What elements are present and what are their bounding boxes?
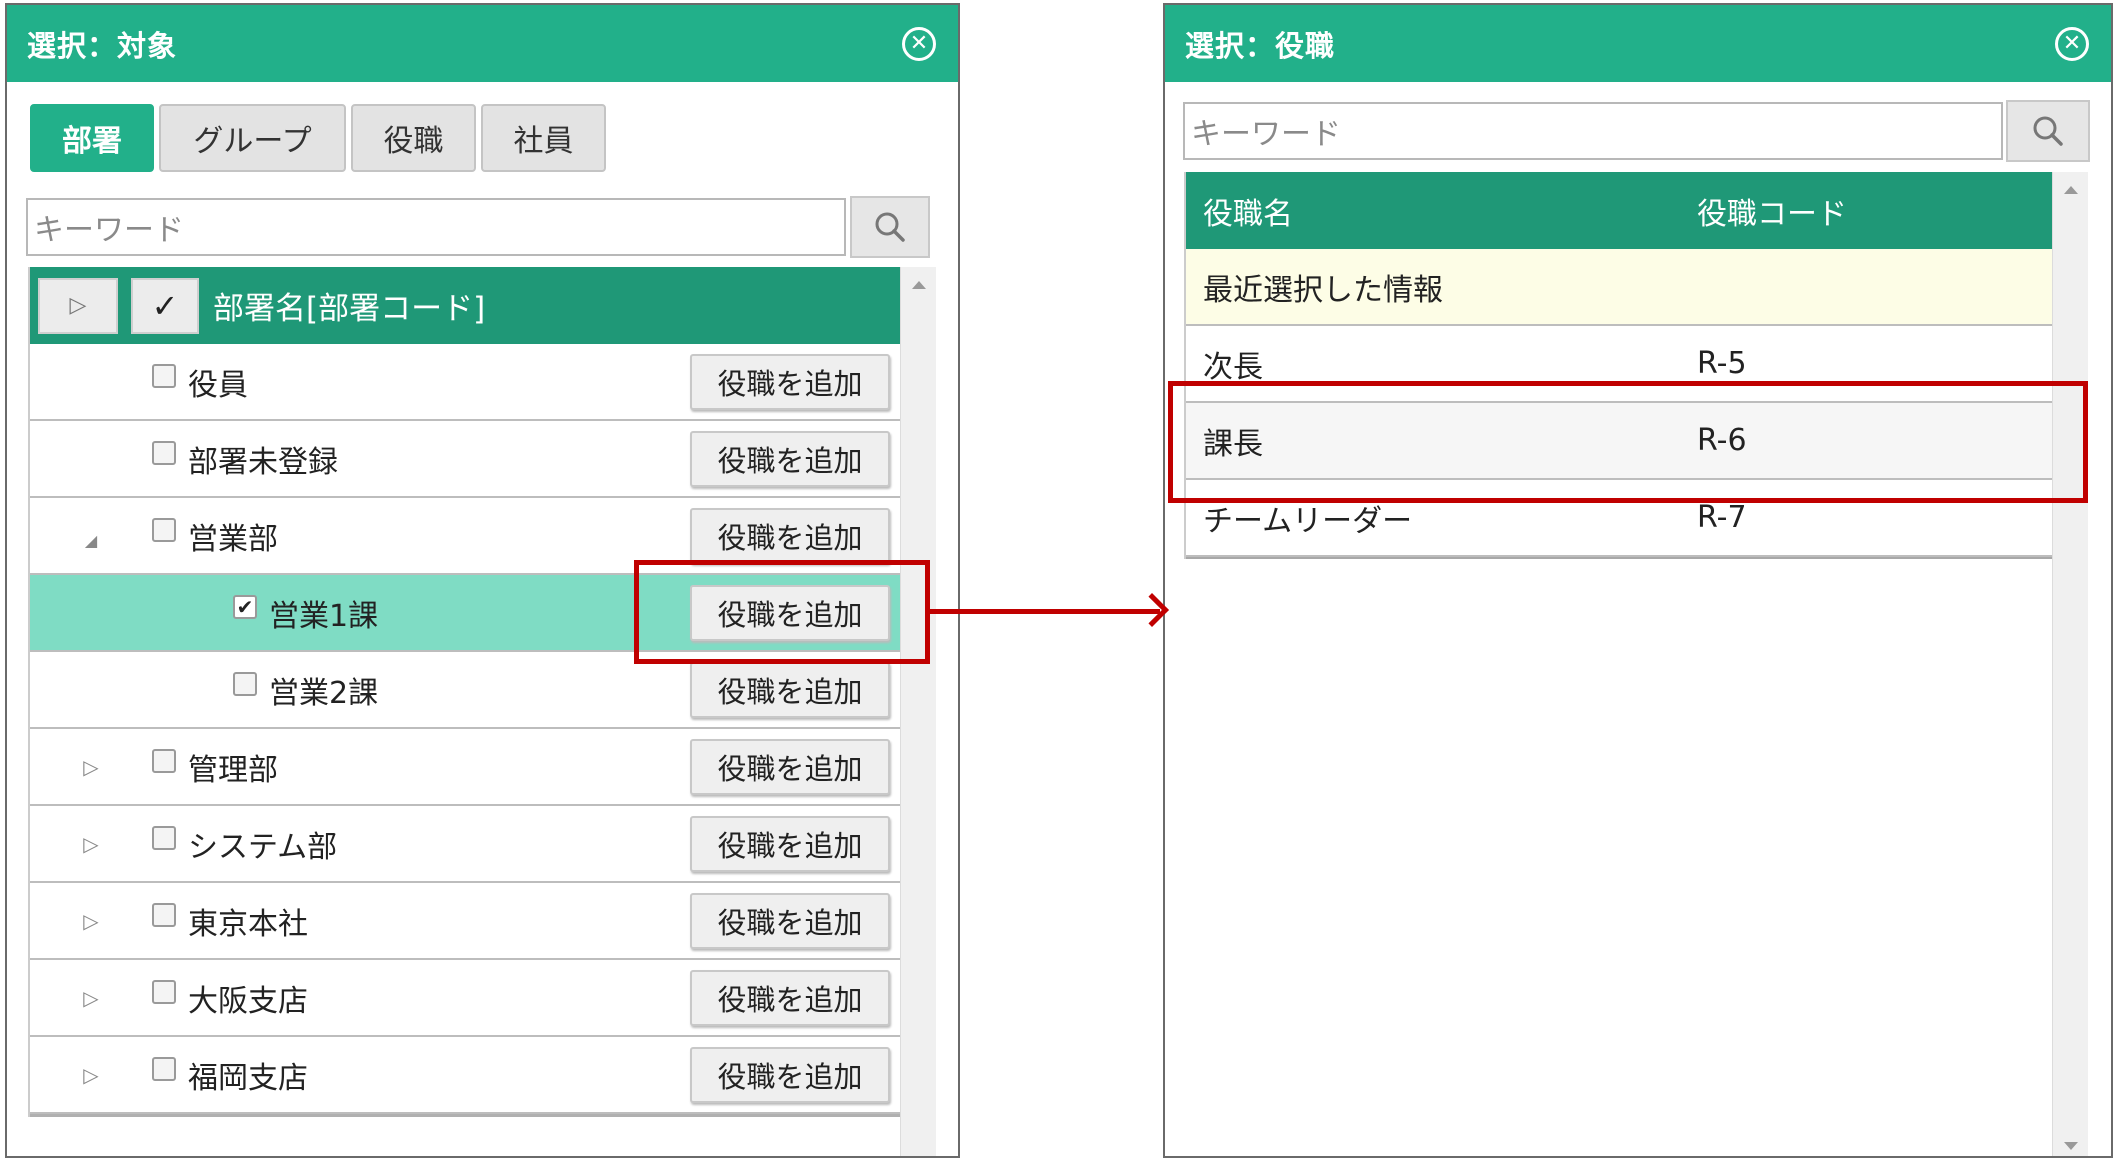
- add-position-button[interactable]: 役職を追加: [690, 739, 890, 795]
- search-button[interactable]: [850, 196, 930, 258]
- tree-row[interactable]: ▷ 福岡支店 役職を追加: [30, 1037, 900, 1114]
- row-checkbox-checked[interactable]: ✔: [233, 595, 257, 619]
- search-input[interactable]: キーワード: [1183, 102, 2003, 160]
- row-label: 大阪支店: [188, 983, 308, 1019]
- tree-header: ▷ ✓ 部署名[部署コード]: [30, 267, 900, 344]
- row-checkbox[interactable]: [152, 364, 176, 388]
- table-scrollbar[interactable]: [2052, 172, 2088, 1156]
- tree-row[interactable]: ▷ システム部 役職を追加: [30, 806, 900, 883]
- table-bottom-border: [1186, 557, 2052, 559]
- highlight-box-selected-position: [1168, 381, 2088, 503]
- expand-all-button[interactable]: ▷: [38, 277, 118, 334]
- recent-label: 最近選択した情報: [1203, 272, 1443, 308]
- add-position-button[interactable]: 役職を追加: [690, 893, 890, 949]
- row-label: 福岡支店: [188, 1060, 308, 1096]
- row-checkbox[interactable]: [233, 672, 257, 696]
- row-label: 部署未登録: [188, 444, 338, 480]
- collapsed-triangle-icon[interactable]: ▷: [76, 1037, 106, 1112]
- add-position-button[interactable]: 役職を追加: [690, 431, 890, 487]
- add-position-button[interactable]: 役職を追加: [690, 354, 890, 410]
- tab-position[interactable]: 役職: [351, 104, 476, 172]
- tree-row[interactable]: 部署未登録 役職を追加: [30, 421, 900, 498]
- scroll-down-icon[interactable]: [2063, 1142, 2078, 1150]
- dialog-titlebar: 選択：役職: [1165, 5, 2111, 82]
- department-tree: ▷ ✓ 部署名[部署コード] 役員 役職を追加 部署未登録 役職を追加 ◢ 営業…: [28, 267, 900, 1117]
- tree-row[interactable]: ▷ 東京本社 役職を追加: [30, 883, 900, 960]
- row-label: 営業2課: [269, 675, 379, 711]
- row-checkbox[interactable]: [152, 1057, 176, 1081]
- triangle-right-icon: ▷: [69, 293, 87, 318]
- dialog-title: 選択：役職: [1185, 28, 1336, 63]
- row-checkbox[interactable]: [152, 749, 176, 773]
- row-label: 営業部: [188, 521, 278, 557]
- tree-scrollbar[interactable]: [900, 267, 936, 1156]
- tree-row[interactable]: ▷ 大阪支店 役職を追加: [30, 960, 900, 1037]
- row-label: 営業1課: [269, 598, 379, 634]
- search-icon: [2033, 116, 2063, 146]
- row-label: 東京本社: [188, 906, 308, 942]
- tab-department[interactable]: 部署: [30, 104, 154, 172]
- table-header: 役職名 役職コード: [1186, 172, 2052, 249]
- position-code: R-5: [1697, 346, 1747, 381]
- recent-section-label: 最近選択した情報: [1186, 249, 2052, 326]
- row-label: システム部: [188, 829, 338, 865]
- tab-bar: 部署 グループ 役職 社員: [30, 104, 606, 172]
- row-label: 役員: [188, 367, 248, 403]
- collapsed-triangle-icon[interactable]: ▷: [76, 883, 106, 958]
- collapsed-triangle-icon[interactable]: ▷: [76, 960, 106, 1035]
- add-position-button[interactable]: 役職を追加: [690, 970, 890, 1026]
- tree-header-label: 部署名[部署コード]: [213, 291, 486, 327]
- add-position-button[interactable]: 役職を追加: [690, 816, 890, 872]
- select-position-dialog: 選択：役職 ✕ キーワード 役職名 役職コード 最近選択した情報 次長 R-5 …: [1163, 3, 2113, 1158]
- tree-row[interactable]: 役員 役職を追加: [30, 344, 900, 421]
- row-checkbox[interactable]: [152, 826, 176, 850]
- dialog-titlebar: 選択：対象: [7, 5, 958, 82]
- expanded-triangle-icon[interactable]: ◢: [76, 498, 106, 573]
- close-icon[interactable]: ✕: [902, 27, 936, 61]
- search-icon: [875, 212, 905, 242]
- scroll-up-icon[interactable]: [2063, 186, 2078, 194]
- close-icon[interactable]: ✕: [2055, 27, 2089, 61]
- tree-bottom-border: [30, 1114, 900, 1117]
- add-position-button[interactable]: 役職を追加: [690, 1047, 890, 1103]
- row-label: 管理部: [188, 752, 278, 788]
- dialog-title: 選択：対象: [27, 28, 178, 63]
- scroll-up-icon[interactable]: [911, 281, 926, 289]
- add-position-button[interactable]: 役職を追加: [690, 662, 890, 718]
- position-name: 次長: [1203, 349, 1263, 385]
- row-checkbox[interactable]: [152, 903, 176, 927]
- tab-employee[interactable]: 社員: [481, 104, 606, 172]
- highlight-box-add-button: [634, 560, 930, 664]
- column-header-name[interactable]: 役職名: [1203, 189, 1293, 233]
- position-code: R-7: [1697, 500, 1747, 535]
- tree-row[interactable]: ▷ 管理部 役職を追加: [30, 729, 900, 806]
- search-button[interactable]: [2006, 100, 2090, 162]
- tab-group[interactable]: グループ: [159, 104, 346, 172]
- row-checkbox[interactable]: [152, 441, 176, 465]
- collapsed-triangle-icon[interactable]: ▷: [76, 729, 106, 804]
- row-checkbox[interactable]: [152, 518, 176, 542]
- row-checkbox[interactable]: [152, 980, 176, 1004]
- annotation-arrow: [928, 609, 1160, 614]
- add-position-button[interactable]: 役職を追加: [690, 508, 890, 564]
- collapsed-triangle-icon[interactable]: ▷: [76, 806, 106, 881]
- search-input[interactable]: キーワード: [26, 198, 846, 256]
- check-all-button[interactable]: ✓: [131, 277, 199, 334]
- column-header-code[interactable]: 役職コード: [1697, 189, 1847, 233]
